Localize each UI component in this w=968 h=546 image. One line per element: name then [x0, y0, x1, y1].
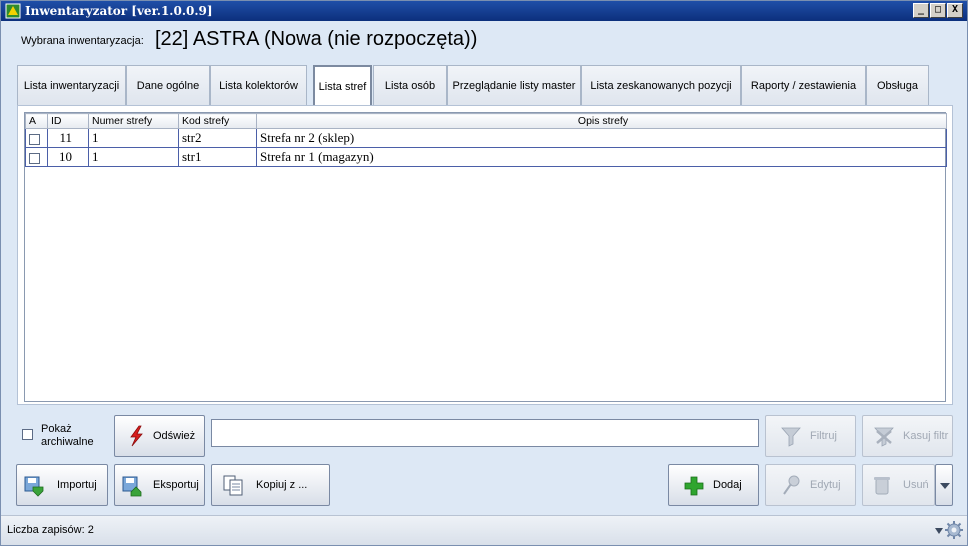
archive-checkbox[interactable] [29, 152, 40, 164]
tab-dane-ogolne[interactable]: Dane ogólne [126, 65, 210, 105]
archive-checkbox[interactable] [29, 133, 40, 145]
cell-id: 11 [47, 128, 89, 148]
column-header-id[interactable]: ID [47, 113, 89, 129]
column-header-kod-strefy[interactable]: Kod strefy [178, 113, 257, 129]
tab-obsluga[interactable]: Obsługa [866, 65, 929, 105]
search-input[interactable] [211, 419, 759, 447]
row-checkbox-cell[interactable] [25, 147, 48, 167]
edit-brush-icon [783, 475, 800, 495]
import-icon [24, 476, 44, 497]
tab-lista-kolektorow[interactable]: Lista kolektorów [210, 65, 307, 105]
table-row[interactable]: 11 1 str2 Strefa nr 2 (sklep) [25, 128, 947, 148]
lightning-refresh-icon [130, 425, 143, 447]
window-title: Inwentaryzator [ver.1.0.0.9] [25, 4, 213, 18]
add-label: Dodaj [713, 479, 742, 491]
show-archived-checkbox[interactable] [22, 429, 33, 440]
record-count: Liczba zapisów: 2 [7, 524, 94, 536]
cell-opis-strefy: Strefa nr 2 (sklep) [256, 128, 947, 148]
app-window: Inwentaryzator [ver.1.0.0.9] _ □ X Wybra… [0, 0, 968, 546]
selected-inventory-value: [22] ASTRA (Nowa (nie rozpoczęta)) [155, 28, 478, 50]
plus-icon [684, 476, 704, 496]
edit-button[interactable]: Edytuj [765, 464, 856, 506]
refresh-label: Odśwież [153, 430, 196, 442]
row-checkbox-cell[interactable] [25, 128, 48, 148]
close-button[interactable]: X [947, 3, 963, 18]
clear-filter-button[interactable]: Kasuj filtr [862, 415, 953, 457]
tab-przegladanie-listy-master[interactable]: Przeglądanie listy master [447, 65, 581, 105]
column-header-opis-strefy[interactable]: Opis strefy [256, 113, 947, 129]
tab-lista-zeskanowanych-pozycji[interactable]: Lista zeskanowanych pozycji [581, 65, 741, 105]
column-header-numer-strefy[interactable]: Numer strefy [88, 113, 179, 129]
filter-button[interactable]: Filtruj [765, 415, 856, 457]
tab-lista-inwentaryzacji[interactable]: Lista inwentaryzacji [17, 65, 126, 105]
delete-label: Usuń [903, 479, 929, 491]
cell-kod-strefy: str1 [178, 147, 257, 167]
zones-panel: A ID Numer strefy Kod strefy Opis strefy… [17, 105, 953, 405]
table-row[interactable]: 10 1 str1 Strefa nr 1 (magazyn) [25, 147, 947, 167]
status-dropdown-icon[interactable] [935, 528, 943, 534]
edit-label: Edytuj [810, 479, 841, 491]
filter-label: Filtruj [810, 430, 837, 442]
cell-numer-strefy: 1 [88, 147, 179, 167]
export-label: Eksportuj [153, 479, 199, 491]
show-archived-label: Pokaż archiwalne [41, 423, 94, 448]
export-icon [122, 476, 142, 497]
funnel-icon [781, 427, 801, 447]
column-header-a[interactable]: A [25, 113, 48, 129]
clear-filter-label: Kasuj filtr [903, 430, 949, 442]
import-button[interactable]: Importuj [16, 464, 108, 506]
trash-icon [874, 477, 890, 495]
status-bar: Liczba zapisów: 2 [1, 515, 967, 545]
cell-id: 10 [47, 147, 89, 167]
zones-table: A ID Numer strefy Kod strefy Opis strefy… [25, 113, 947, 167]
cell-numer-strefy: 1 [88, 128, 179, 148]
tab-lista-stref[interactable]: Lista stref [313, 65, 372, 107]
clear-funnel-icon [874, 427, 894, 447]
tab-raporty-zestawienia[interactable]: Raporty / zestawienia [741, 65, 866, 105]
copy-documents-icon [223, 475, 243, 496]
title-bar[interactable]: Inwentaryzator [ver.1.0.0.9] _ □ X [1, 1, 967, 21]
gear-icon[interactable] [945, 521, 963, 539]
add-button[interactable]: Dodaj [668, 464, 759, 506]
delete-dropdown-button[interactable] [935, 464, 953, 506]
cell-kod-strefy: str2 [178, 128, 257, 148]
import-label: Importuj [57, 479, 97, 491]
minimize-button[interactable]: _ [913, 3, 929, 18]
maximize-button[interactable]: □ [930, 3, 946, 18]
app-logo-icon [5, 3, 21, 19]
copy-from-button[interactable]: Kopiuj z ... [211, 464, 330, 506]
tab-lista-osob[interactable]: Lista osób [373, 65, 447, 105]
cell-opis-strefy: Strefa nr 1 (magazyn) [256, 147, 947, 167]
zones-grid[interactable]: A ID Numer strefy Kod strefy Opis strefy… [24, 112, 947, 402]
delete-button[interactable]: Usuń [862, 464, 935, 506]
selected-inventory-label: Wybrana inwentaryzacja: [21, 35, 144, 47]
refresh-button[interactable]: Odśwież [114, 415, 205, 457]
export-button[interactable]: Eksportuj [114, 464, 205, 506]
chevron-down-icon [940, 483, 950, 489]
copy-from-label: Kopiuj z ... [256, 479, 308, 491]
